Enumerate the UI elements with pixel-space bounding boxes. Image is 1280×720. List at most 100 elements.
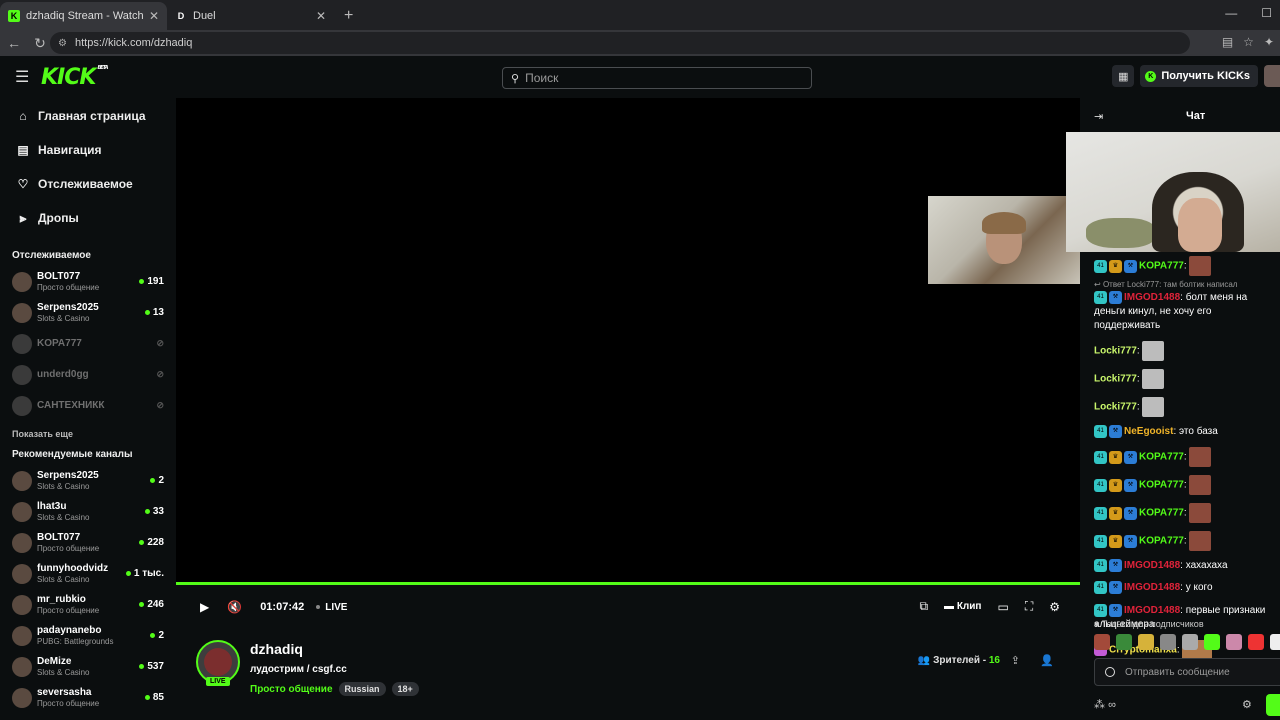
sidebar-channel[interactable]: padaynanebo PUBG: Battlegrounds 2 <box>0 620 176 651</box>
chat-settings-icon[interactable]: ⚙ <box>1242 698 1252 711</box>
get-kicks-button[interactable]: K Получить KICKs <box>1140 65 1258 87</box>
emote-picker-icon[interactable] <box>1105 667 1115 677</box>
sidebar-channel[interactable]: Serpens2025 Slots & Casino 13 <box>0 297 176 328</box>
chat-username[interactable]: IMGOD1488 <box>1124 605 1180 616</box>
kick-logo[interactable]: KICK BETA <box>41 64 109 90</box>
collapse-chat-icon[interactable]: ⇥ <box>1094 110 1103 123</box>
tab-favicon: D <box>177 11 185 21</box>
chat-username[interactable]: Locki777 <box>1094 346 1137 357</box>
channel-avatar <box>12 656 32 677</box>
channel-avatar <box>12 364 32 385</box>
sidebar-channel[interactable]: BOLT077 Просто общение 191 <box>0 266 176 297</box>
mute-icon[interactable]: 🔇 <box>227 600 242 614</box>
stream-category[interactable]: Просто общение <box>250 684 333 695</box>
emote-2[interactable] <box>1116 634 1132 650</box>
chat-username[interactable]: IMGOD1488 <box>1124 583 1180 594</box>
stream-title: лудострим / csgf.cc <box>250 664 347 675</box>
sidebar-channel[interactable]: BOLT077 Просто общение 228 <box>0 527 176 558</box>
live-dot <box>125 571 131 576</box>
site-info-icon[interactable]: ⚙ <box>58 38 67 49</box>
emote-8[interactable] <box>1248 634 1264 650</box>
new-tab-icon[interactable]: + <box>344 7 353 25</box>
chat-message: 41 ⚒ IMGOD1488: у кого <box>1094 581 1280 595</box>
nav-item[interactable]: ⫸ Дропы <box>0 201 176 235</box>
sidebar-channel[interactable]: Serpens2025 Slots & Casino 2 <box>0 465 176 496</box>
sidebar-channel[interactable]: seversasha Просто общение 85 <box>0 682 176 713</box>
nav-item[interactable]: ▤ Навигация <box>0 133 176 167</box>
menu-icon[interactable]: ☰ <box>15 67 33 87</box>
mini-player-icon[interactable]: ⧉ <box>919 599 928 614</box>
video-player[interactable] <box>176 98 1080 584</box>
emote-4[interactable] <box>1160 634 1176 650</box>
chat-username[interactable]: Locki777 <box>1094 402 1137 413</box>
stream-tags: Просто общение Russian 18+ <box>250 682 419 696</box>
browser-tab[interactable]: Kdzhadiq Stream - Watch Live on K ✕ <box>0 2 167 30</box>
emote-6[interactable] <box>1204 634 1220 650</box>
nav-item[interactable]: ⌂ Главная страница <box>0 99 176 133</box>
webcam-hair <box>982 212 1026 234</box>
sidebar-channel[interactable]: KOPA777 ⊘ <box>0 328 176 359</box>
emote-bar <box>1094 634 1280 650</box>
follow-icon[interactable]: 👤 <box>1040 654 1054 667</box>
chat-username[interactable]: KOPA777 <box>1139 536 1184 547</box>
layout-icon[interactable]: ▦ <box>1112 65 1135 87</box>
show-more-link[interactable]: Показать еще <box>0 421 176 447</box>
stream-info: LIVE dzhadiq лудострим / csgf.cc Просто … <box>176 620 1080 720</box>
stream-tag[interactable]: Russian <box>338 682 386 696</box>
bookmark-star-icon[interactable]: ☆ <box>1243 35 1254 49</box>
sub-badge-icon: 41 <box>1094 291 1107 304</box>
browser-tab[interactable]: D Duel ✕ <box>167 2 334 30</box>
sidebar-channel[interactable]: funnyhoodvidz Slots & Casino 1 тыс. <box>0 558 176 589</box>
sidebar-channel[interactable]: lhat3u Slots & Casino 33 <box>0 496 176 527</box>
reload-icon[interactable]: ↻ <box>28 35 52 52</box>
chat-username[interactable]: IMGOD1488 <box>1124 292 1180 303</box>
viewer-count-value: 33 <box>152 506 164 517</box>
reader-icon[interactable]: ▤ <box>1222 35 1233 49</box>
viewer-count: 2 <box>150 630 164 641</box>
user-avatar[interactable] <box>1264 65 1280 87</box>
sidebar-channel[interactable]: САНТЕХНИКК ⊘ <box>0 390 176 421</box>
chat-username[interactable]: Locki777 <box>1094 374 1137 385</box>
beta-label: BETA <box>97 64 108 71</box>
play-icon[interactable]: ▶ <box>200 600 209 614</box>
emote-7[interactable] <box>1226 634 1242 650</box>
chat-username[interactable]: KOPA777 <box>1139 452 1184 463</box>
chat-username[interactable]: NeEgooist <box>1124 426 1173 437</box>
sidebar-channel[interactable]: mr_rubkio Просто общение 246 <box>0 589 176 620</box>
emote-1[interactable] <box>1094 634 1110 650</box>
extensions-icon[interactable]: ✦ <box>1264 35 1274 49</box>
viewer-count: 537 <box>139 661 164 672</box>
chat-message: Locki777: <box>1094 341 1280 362</box>
chat-username[interactable]: KOPA777 <box>1139 261 1184 272</box>
stream-tag[interactable]: 18+ <box>391 682 419 696</box>
clip-button[interactable]: ▬ Клип <box>944 601 981 612</box>
close-tab-icon[interactable]: ✕ <box>149 9 159 23</box>
window-controls: — ☐ <box>1225 6 1272 20</box>
emote-3[interactable] <box>1138 634 1154 650</box>
chat-users-icon[interactable]: ⁂ ∞ <box>1094 699 1116 711</box>
playback-progress-bar[interactable] <box>176 582 1080 585</box>
back-icon[interactable]: ← <box>2 35 26 51</box>
fullscreen-icon[interactable]: ⛶ <box>1025 599 1033 614</box>
chat-username[interactable]: IMGOD1488 <box>1124 560 1180 571</box>
search-input[interactable]: ⚲ Поиск <box>502 67 812 89</box>
maximize-icon[interactable]: ☐ <box>1261 6 1272 20</box>
streamer-name[interactable]: dzhadiq <box>250 641 303 657</box>
send-button[interactable] <box>1266 694 1280 716</box>
close-tab-icon[interactable]: ✕ <box>316 9 326 23</box>
settings-icon[interactable]: ⚙ <box>1049 600 1060 614</box>
url-field[interactable]: ⚙ https://kick.com/dzhadiq <box>50 32 1190 54</box>
minimize-icon[interactable]: — <box>1225 6 1237 20</box>
chat-username[interactable]: KOPA777 <box>1139 508 1184 519</box>
sidebar-channel[interactable]: underd0gg ⊘ <box>0 359 176 390</box>
nav-item[interactable]: ♡ Отслеживаемое <box>0 167 176 201</box>
chat-message: 41 ⚒ IMGOD1488: хахахаха <box>1094 559 1280 573</box>
chat-input[interactable]: Отправить сообщение <box>1094 658 1280 686</box>
share-icon[interactable]: ⇪ <box>1011 654 1020 667</box>
theater-mode-icon[interactable]: ▭ <box>997 600 1008 614</box>
mod-badge-icon: ⚒ <box>1124 534 1137 548</box>
emote-9[interactable] <box>1270 634 1280 650</box>
sidebar-channel[interactable]: DeMize Slots & Casino 537 <box>0 651 176 682</box>
chat-username[interactable]: KOPA777 <box>1139 480 1184 491</box>
emote-5[interactable] <box>1182 634 1198 650</box>
